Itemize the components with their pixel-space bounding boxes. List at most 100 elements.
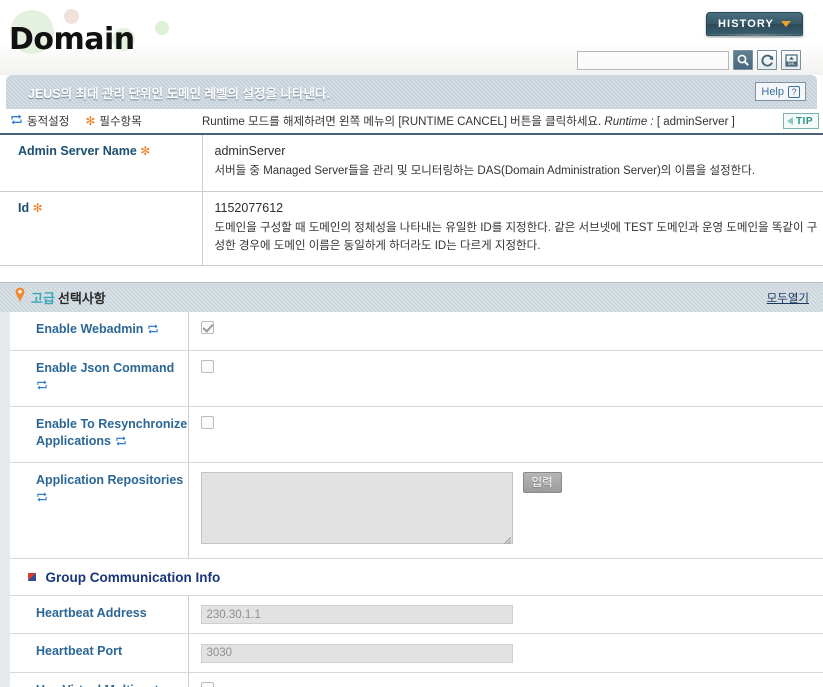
help-button-label: Help <box>761 85 784 98</box>
dynamic-setting-icon <box>10 113 23 129</box>
runtime-note: Runtime 모드를 해제하려면 왼쪽 메뉴의 [RUNTIME CANCEL… <box>202 113 735 129</box>
svg-text:XML: XML <box>787 62 795 66</box>
question-mark-icon: ? <box>788 85 800 98</box>
page-description-banner: JEUS의 최대 관리 단위인 도메인 레벨의 설정을 나타낸다. Help ? <box>6 75 817 109</box>
advanced-settings-table: Enable Webadmin Enable Json Command Enab… <box>10 312 823 687</box>
search-icon[interactable] <box>733 50 753 70</box>
basic-settings-table: Admin Server Name ✻ adminServer 서버들 중 Ma… <box>0 135 823 267</box>
value-text: adminServer <box>214 144 286 158</box>
history-button-shadow <box>700 34 812 38</box>
asterisk-icon: ✻ <box>140 144 151 158</box>
table-row: Id ✻ 1152077612 도메인을 구성할 때 도메인의 정체성을 나타내… <box>0 191 823 267</box>
advanced-section-body: Enable Webadmin Enable Json Command Enab… <box>0 312 823 687</box>
row-label-admin-server-name: Admin Server Name ✻ <box>0 135 203 192</box>
heartbeat-address-input[interactable] <box>200 605 513 625</box>
table-row: Enable To Resynchronize Applications <box>10 406 823 463</box>
textarea-wrapper <box>200 471 513 549</box>
table-row: Heartbeat Port <box>10 633 823 673</box>
xml-upload-icon[interactable]: XML <box>781 50 801 70</box>
tip-badge[interactable]: TIP <box>782 113 819 129</box>
enable-json-command-checkbox[interactable] <box>200 359 214 373</box>
enable-webadmin-checkbox[interactable] <box>200 321 214 335</box>
banner-text: JEUS의 최대 관리 단위인 도메인 레벨의 설정을 나타낸다. <box>28 86 330 101</box>
row-label-id: Id ✻ <box>0 191 203 267</box>
dynamic-setting-icon <box>36 379 48 397</box>
square-bullet-icon <box>28 572 36 581</box>
asterisk-icon: ✻ <box>32 200 43 215</box>
history-button[interactable]: HISTORY <box>706 12 803 36</box>
runtime-note-text: Runtime 모드를 해제하려면 왼쪽 메뉴의 [RUNTIME CANCEL… <box>202 116 602 128</box>
table-row: Heartbeat Address <box>10 595 823 635</box>
pin-marker-icon <box>14 287 26 308</box>
value-text: 1152077612 <box>214 200 284 215</box>
expand-all-link[interactable]: 모두열기 <box>767 290 809 306</box>
subheader-cell: Group Communication Info <box>10 558 823 596</box>
row-label-heartbeat-port: Heartbeat Port <box>10 633 189 673</box>
help-button[interactable]: Help ? <box>755 82 806 101</box>
label-text: Enable Json Command <box>36 360 175 375</box>
refresh-icon[interactable] <box>757 50 777 70</box>
page-header: Domain HISTORY XML <box>0 0 823 75</box>
row-value-enable-webadmin <box>188 312 823 351</box>
label-text: Id <box>18 200 30 215</box>
dynamic-setting-icon <box>147 323 159 341</box>
label-text: Heartbeat Port <box>36 644 123 659</box>
dynamic-setting-icon <box>36 491 48 509</box>
application-repositories-input-button[interactable]: 입력 <box>522 471 562 493</box>
value-description: 서버들 중 Managed Server들을 관리 및 모니터링하는 DAS(D… <box>214 165 756 177</box>
search-toolbar: XML <box>577 50 801 70</box>
label-text: Heartbeat Address <box>36 605 147 620</box>
table-row: Application Repositories 입력 <box>10 462 823 559</box>
runtime-label: Runtime : <box>604 116 654 128</box>
table-row: Enable Webadmin <box>10 312 823 351</box>
row-value-enable-json-command <box>188 350 823 407</box>
label-text: Use Virtual Multicast <box>36 683 159 687</box>
advanced-section-header: 고급 선택사항 모두열기 <box>0 282 823 313</box>
asterisk-icon: ✻ <box>85 114 96 128</box>
row-value-heartbeat-address <box>188 595 823 635</box>
runtime-value: [ adminServer ] <box>656 116 735 128</box>
group-communication-subheader: Group Communication Info <box>10 558 823 596</box>
legend-dynamic-label: 동적설정 <box>27 116 70 128</box>
arrow-left-icon <box>786 117 793 125</box>
label-text: Enable To Resynchronize Applications <box>36 416 188 449</box>
history-button-label: HISTORY <box>718 18 774 30</box>
row-label-use-virtual-multicast: Use Virtual Multicast <box>10 672 189 687</box>
table-row: Use Virtual Multicast <box>10 672 823 687</box>
row-label-heartbeat-address: Heartbeat Address <box>10 595 189 635</box>
table-row: Enable Json Command <box>10 350 823 407</box>
use-virtual-multicast-checkbox[interactable] <box>200 681 214 687</box>
row-value-use-virtual-multicast <box>188 672 823 687</box>
decor-circle-small <box>155 21 169 35</box>
application-repositories-control: 입력 <box>200 471 823 549</box>
legend-dynamic-setting: 동적설정 <box>10 113 69 129</box>
row-value-heartbeat-port <box>188 633 823 673</box>
tip-badge-label: TIP <box>795 115 813 127</box>
legend-required-label: 필수항목 <box>99 116 142 128</box>
row-value-id: 1152077612 도메인을 구성할 때 도메인의 정체성을 나타내는 유일한… <box>202 191 823 267</box>
label-text: Application Repositories <box>36 472 184 487</box>
row-value-application-repositories: 입력 <box>188 462 823 559</box>
subheader-title: Group Communication Info <box>45 569 221 585</box>
label-text: Admin Server Name <box>18 144 137 158</box>
advanced-title-highlight: 고급 <box>31 291 55 307</box>
row-label-enable-resynchronize-applications: Enable To Resynchronize Applications <box>10 406 189 463</box>
row-label-enable-webadmin: Enable Webadmin <box>10 312 189 351</box>
row-value-enable-resynchronize-applications <box>188 406 823 463</box>
table-row: Admin Server Name ✻ adminServer 서버들 중 Ma… <box>0 135 823 192</box>
advanced-title-rest: 선택사항 <box>57 291 106 307</box>
row-label-application-repositories: Application Repositories <box>10 462 189 559</box>
application-repositories-textarea[interactable] <box>200 471 513 544</box>
chevron-down-icon <box>781 21 791 27</box>
row-value-admin-server-name: adminServer 서버들 중 Managed Server들을 관리 및 … <box>202 135 823 192</box>
value-description: 도메인을 구성할 때 도메인의 정체성을 나타내는 유일한 ID를 지정한다. … <box>214 221 818 252</box>
enable-resynchronize-applications-checkbox[interactable] <box>200 415 214 429</box>
page-title: Domain <box>9 22 135 57</box>
legend-required-item: ✻ 필수항목 <box>85 113 141 129</box>
heartbeat-port-input[interactable] <box>200 643 513 663</box>
dynamic-setting-icon <box>115 435 127 453</box>
legend-bar: 동적설정 ✻ 필수항목 Runtime 모드를 해제하려면 왼쪽 메뉴의 [RU… <box>0 109 823 135</box>
row-label-enable-json-command: Enable Json Command <box>10 350 189 407</box>
label-text: Enable Webadmin <box>36 322 144 337</box>
search-input[interactable] <box>577 50 729 70</box>
